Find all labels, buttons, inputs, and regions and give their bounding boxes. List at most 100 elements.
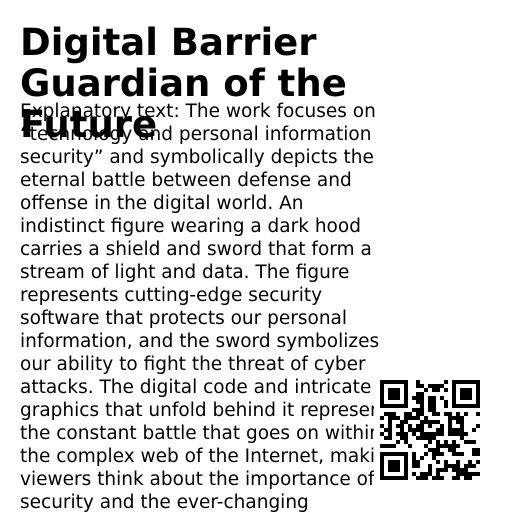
- explanatory-text: Explanatory text: The work focuses on “te…: [20, 100, 399, 514]
- qr-module: [408, 428, 412, 432]
- qr-module: [380, 388, 384, 392]
- qr-module: [468, 404, 472, 408]
- qr-module: [472, 464, 476, 468]
- qr-module: [436, 468, 440, 472]
- qr-module: [456, 472, 460, 476]
- qr-module: [456, 476, 460, 480]
- qr-module: [452, 428, 456, 432]
- qr-module: [452, 396, 456, 400]
- qr-module: [388, 464, 392, 468]
- qr-module: [388, 388, 392, 392]
- qr-module: [420, 456, 424, 460]
- qr-module: [464, 388, 468, 392]
- qr-module: [468, 440, 472, 444]
- qr-module: [380, 444, 384, 448]
- qr-module: [460, 472, 464, 476]
- qr-module: [476, 448, 480, 452]
- qr-module: [452, 452, 456, 456]
- qr-module: [396, 452, 400, 456]
- qr-module: [460, 428, 464, 432]
- qr-module: [428, 448, 432, 452]
- qr-module: [388, 420, 392, 424]
- qr-module: [436, 440, 440, 444]
- qr-module: [440, 432, 444, 436]
- qr-module: [404, 436, 408, 440]
- qr-module: [380, 384, 384, 388]
- qr-module: [440, 384, 444, 388]
- text-line: represents cutting-edge security: [20, 285, 323, 306]
- qr-module: [476, 400, 480, 404]
- qr-module: [452, 404, 456, 408]
- qr-module: [396, 380, 400, 384]
- qr-module: [384, 436, 388, 440]
- qr-module: [468, 472, 472, 476]
- qr-module: [436, 420, 440, 424]
- qr-module: [396, 476, 400, 480]
- qr-module: [380, 400, 384, 404]
- qr-module: [420, 436, 424, 440]
- qr-module: [428, 472, 432, 476]
- qr-module: [436, 472, 440, 476]
- qr-module: [448, 448, 452, 452]
- qr-module: [428, 420, 432, 424]
- qr-module: [416, 408, 420, 412]
- qr-module: [456, 412, 460, 416]
- qr-module: [380, 380, 384, 384]
- qr-module: [400, 436, 404, 440]
- qr-module: [436, 452, 440, 456]
- qr-module: [380, 460, 384, 464]
- qr-module: [396, 460, 400, 464]
- qr-module: [456, 468, 460, 472]
- qr-module: [432, 388, 436, 392]
- qr-module: [476, 452, 480, 456]
- qr-module: [380, 404, 384, 408]
- qr-module: [452, 440, 456, 444]
- qr-module: [452, 464, 456, 468]
- qr-module: [448, 412, 452, 416]
- qr-module: [380, 392, 384, 396]
- qr-module: [416, 428, 420, 432]
- text-line: information, and the sword symbolizes: [20, 331, 380, 352]
- qr-module: [432, 404, 436, 408]
- qr-module: [464, 464, 468, 468]
- qr-module: [412, 432, 416, 436]
- text-line: viewers think about the importance of: [20, 469, 375, 490]
- qr-module: [432, 452, 436, 456]
- qr-module: [452, 432, 456, 436]
- qr-module: [456, 464, 460, 468]
- qr-module: [404, 464, 408, 468]
- qr-module: [408, 412, 412, 416]
- qr-module: [388, 404, 392, 408]
- qr-module: [444, 444, 448, 448]
- qr-module: [456, 432, 460, 436]
- qr-module: [384, 404, 388, 408]
- qr-module: [436, 460, 440, 464]
- qr-module: [444, 404, 448, 408]
- qr-module: [380, 472, 384, 476]
- qr-module: [380, 468, 384, 472]
- qr-module: [396, 404, 400, 408]
- qr-module: [452, 444, 456, 448]
- qr-module: [416, 424, 420, 428]
- qr-module: [408, 424, 412, 428]
- text-line: attacks. The digital code and intricate: [20, 377, 372, 398]
- qr-module: [412, 464, 416, 468]
- qr-module: [392, 404, 396, 408]
- qr-module: [392, 412, 396, 416]
- qr-module: [400, 428, 404, 432]
- title-line: Guardian of the: [20, 62, 347, 105]
- qr-module: [384, 444, 388, 448]
- qr-module: [428, 440, 432, 444]
- qr-module: [452, 380, 456, 384]
- qr-module: [420, 392, 424, 396]
- qr-module: [428, 424, 432, 428]
- qr-module: [428, 468, 432, 472]
- qr-module: [452, 476, 456, 480]
- qr-module: [424, 420, 428, 424]
- qr-module: [392, 476, 396, 480]
- qr-module: [476, 460, 480, 464]
- qr-module: [444, 400, 448, 404]
- qr-module: [464, 404, 468, 408]
- qr-module: [404, 404, 408, 408]
- qr-module: [456, 416, 460, 420]
